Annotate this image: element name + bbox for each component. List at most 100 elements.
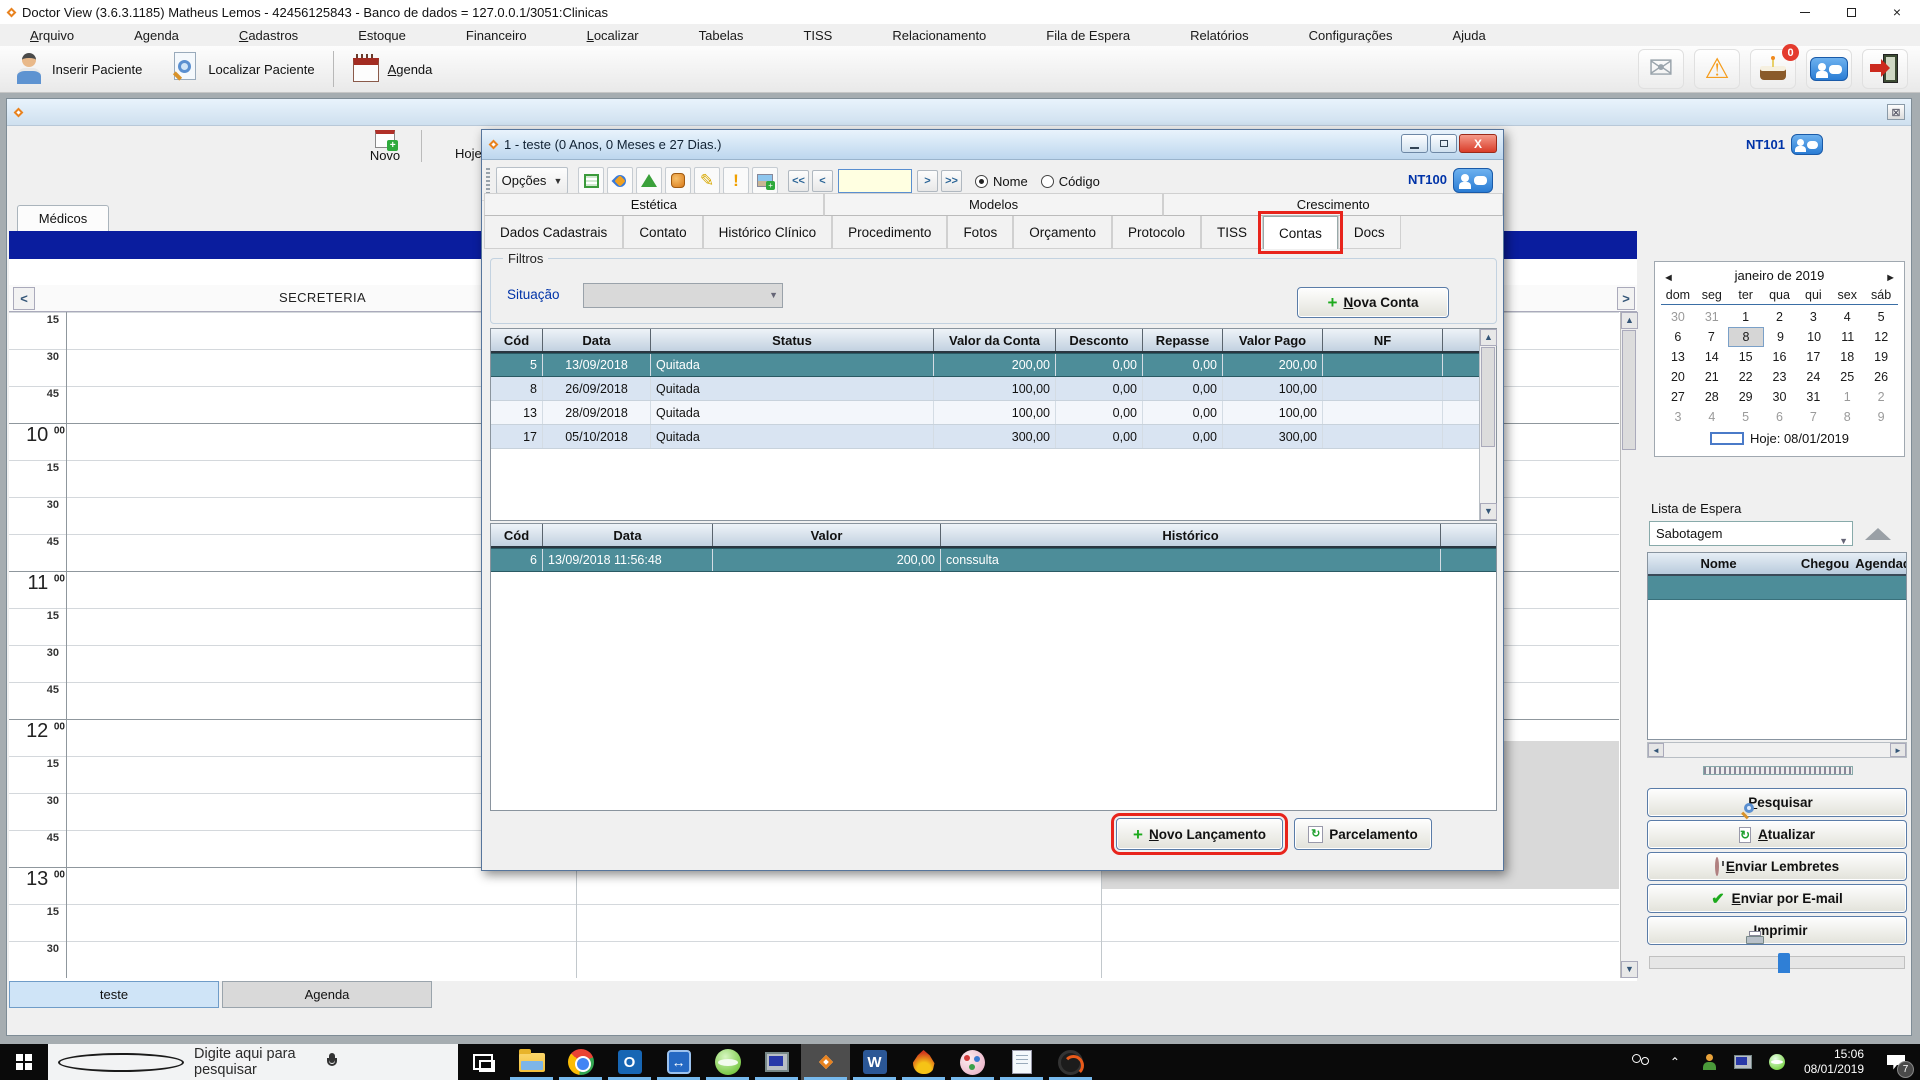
taskbar-clock[interactable]: 15:06 08/01/2019 bbox=[1796, 1047, 1872, 1077]
time-slot-row[interactable]: 30 bbox=[9, 941, 1619, 978]
radio-nome[interactable]: Nome bbox=[975, 174, 1028, 189]
calendar-day[interactable]: 13 bbox=[1661, 347, 1695, 367]
column-header-data[interactable]: Data bbox=[543, 329, 651, 351]
dialog-close-button[interactable]: X bbox=[1459, 134, 1497, 153]
green-tray-icon[interactable] bbox=[1762, 1044, 1792, 1080]
calendar-day[interactable]: 18 bbox=[1830, 347, 1864, 367]
doctor-view-taskbar-button[interactable] bbox=[801, 1044, 850, 1080]
hoje-button[interactable]: Hoje bbox=[455, 146, 482, 161]
column-header-histo-rico[interactable]: Histórico bbox=[941, 524, 1441, 546]
calendar-day[interactable]: 6 bbox=[1661, 327, 1695, 347]
photoscape-palette-taskbar-button[interactable] bbox=[948, 1044, 997, 1080]
notepad-taskbar-button[interactable] bbox=[997, 1044, 1046, 1080]
tab-crescimento[interactable]: Crescimento bbox=[1163, 193, 1503, 216]
winamp-taskbar-button[interactable] bbox=[899, 1044, 948, 1080]
parcelamento-button[interactable]: ↻ Parcelamento bbox=[1294, 818, 1432, 850]
notification-button[interactable]: 7 bbox=[1876, 1044, 1916, 1080]
scroll-down-icon[interactable]: ▼ bbox=[1621, 961, 1638, 978]
scroll-up-icon[interactable]: ▲ bbox=[1621, 312, 1638, 329]
tab-este-tica[interactable]: Estética bbox=[484, 193, 824, 216]
tab-medicos[interactable]: Médicos bbox=[17, 205, 109, 231]
menu-item-relacionamento[interactable]: Relacionamento bbox=[862, 28, 1016, 43]
calendar-day[interactable]: 2 bbox=[1763, 307, 1797, 327]
mdi-tab-agenda[interactable]: Agenda bbox=[222, 981, 432, 1008]
chevron-up-icon[interactable]: ⌃ bbox=[1660, 1044, 1690, 1080]
calendar-day[interactable]: 2 bbox=[1864, 387, 1898, 407]
column-header-valor-pago[interactable]: Valor Pago bbox=[1223, 329, 1323, 351]
menu-item-cadastros[interactable]: Cadastros bbox=[209, 28, 328, 43]
calendar-day[interactable]: 1 bbox=[1729, 307, 1763, 327]
tab-orc-amento[interactable]: Orçamento bbox=[1013, 216, 1112, 249]
calendar-day-selected[interactable]: 8 bbox=[1728, 327, 1764, 347]
calendar-day[interactable]: 12 bbox=[1864, 327, 1898, 347]
nova-conta-button[interactable]: + Nova Conta bbox=[1297, 287, 1449, 318]
chat-icon[interactable] bbox=[1791, 134, 1823, 155]
tab-histo-rico-cli-nico[interactable]: Histórico Clínico bbox=[703, 216, 833, 249]
scroll-up-icon[interactable]: ▲ bbox=[1480, 329, 1497, 346]
growth-icon[interactable] bbox=[636, 167, 662, 194]
scroll-thumb[interactable] bbox=[1481, 347, 1495, 447]
calendar-day[interactable]: 24 bbox=[1796, 367, 1830, 387]
contacts-icon[interactable] bbox=[1806, 49, 1852, 89]
photoscape-taskbar-button[interactable] bbox=[1046, 1044, 1095, 1080]
delphi-taskbar-button[interactable] bbox=[752, 1044, 801, 1080]
taskbar-search[interactable]: Digite aqui para pesquisar bbox=[48, 1044, 458, 1080]
calendar-day[interactable]: 6 bbox=[1763, 407, 1797, 427]
green-app-taskbar-button[interactable] bbox=[703, 1044, 752, 1080]
mdi-tab-teste[interactable]: teste bbox=[9, 981, 219, 1008]
column-header-nf[interactable]: NF bbox=[1323, 329, 1443, 351]
calendar-day[interactable]: 3 bbox=[1661, 407, 1695, 427]
menu-item-agenda[interactable]: Agenda bbox=[104, 28, 209, 43]
waitlist-table[interactable]: NomeChegouAgendado bbox=[1647, 552, 1907, 740]
tab-docs[interactable]: Docs bbox=[1338, 216, 1401, 249]
calendar-day[interactable]: 7 bbox=[1695, 327, 1729, 347]
warning-icon[interactable]: ⚠ bbox=[1694, 49, 1740, 89]
chrome-taskbar-button[interactable] bbox=[556, 1044, 605, 1080]
waitlist-header-agendado[interactable]: Agendado bbox=[1849, 556, 1906, 571]
locate-patient-button[interactable]: Localizar Paciente bbox=[156, 46, 328, 92]
menu-item-configurac-o-es[interactable]: Configurações bbox=[1279, 28, 1423, 43]
calendar-day[interactable]: 28 bbox=[1695, 387, 1729, 407]
tab-protocolo[interactable]: Protocolo bbox=[1112, 216, 1201, 249]
novo-appointment-button[interactable]: + Novo bbox=[359, 127, 411, 165]
column-header-co-d[interactable]: Cód bbox=[491, 524, 543, 546]
calendar-day[interactable]: 31 bbox=[1695, 307, 1729, 327]
tab-procedimento[interactable]: Procedimento bbox=[832, 216, 947, 249]
menu-item-relato-rios[interactable]: Relatórios bbox=[1160, 28, 1279, 43]
tab-dados-cadastrais[interactable]: Dados Cadastrais bbox=[484, 216, 623, 249]
calendar-prev-icon[interactable]: ◄ bbox=[1663, 268, 1674, 288]
account-row[interactable]: 1705/10/2018Quitada300,000,000,00300,00 bbox=[491, 425, 1496, 449]
people-icon[interactable] bbox=[1626, 1044, 1656, 1080]
waitlist-header-chegou[interactable]: Chegou bbox=[1789, 556, 1849, 571]
imprimir-button[interactable]: Imprimir bbox=[1647, 916, 1907, 945]
menu-item-estoque[interactable]: Estoque bbox=[328, 28, 436, 43]
column-header-repasse[interactable]: Repasse bbox=[1143, 329, 1223, 351]
calendar-today-label[interactable]: Hoje: 08/01/2019 bbox=[1750, 431, 1849, 446]
task-view-button[interactable] bbox=[458, 1044, 507, 1080]
dialog-maximize-button[interactable] bbox=[1430, 134, 1457, 153]
calendar-day[interactable]: 5 bbox=[1864, 307, 1898, 327]
calendar-day[interactable]: 15 bbox=[1729, 347, 1763, 367]
column-header-status[interactable]: Status bbox=[651, 329, 934, 351]
scroll-down-icon[interactable]: ▼ bbox=[1480, 503, 1497, 520]
mdi-close-button[interactable]: ⊠ bbox=[1887, 104, 1905, 120]
scroll-right-icon[interactable]: ► bbox=[1890, 743, 1906, 757]
calendar-day[interactable]: 9 bbox=[1864, 407, 1898, 427]
scroll-thumb[interactable] bbox=[1622, 330, 1636, 450]
menu-item-localizar[interactable]: Localizar bbox=[557, 28, 669, 43]
waitlist-dropdown[interactable]: Sabotagem ▼ bbox=[1649, 521, 1853, 546]
minimize-button[interactable] bbox=[1782, 0, 1828, 24]
opcoes-button[interactable]: Opções▼ bbox=[496, 167, 568, 194]
account-row[interactable]: 513/09/2018Quitada200,000,000,00200,00 bbox=[491, 353, 1496, 377]
close-button[interactable]: × bbox=[1874, 0, 1920, 24]
records-icon[interactable] bbox=[578, 167, 604, 194]
calendar-day[interactable]: 29 bbox=[1729, 387, 1763, 407]
calendar-day[interactable]: 26 bbox=[1864, 367, 1898, 387]
enviar-lembretes-button[interactable]: Enviar Lembretes bbox=[1647, 852, 1907, 881]
mail-icon[interactable]: ✉ bbox=[1638, 49, 1684, 89]
atualizar-button[interactable]: ↻Atualizar bbox=[1647, 820, 1907, 849]
calendar-day[interactable]: 8 bbox=[1830, 407, 1864, 427]
tab-tiss[interactable]: TISS bbox=[1201, 216, 1263, 249]
calendar-day[interactable]: 17 bbox=[1796, 347, 1830, 367]
alert-icon[interactable]: ! bbox=[723, 167, 749, 194]
